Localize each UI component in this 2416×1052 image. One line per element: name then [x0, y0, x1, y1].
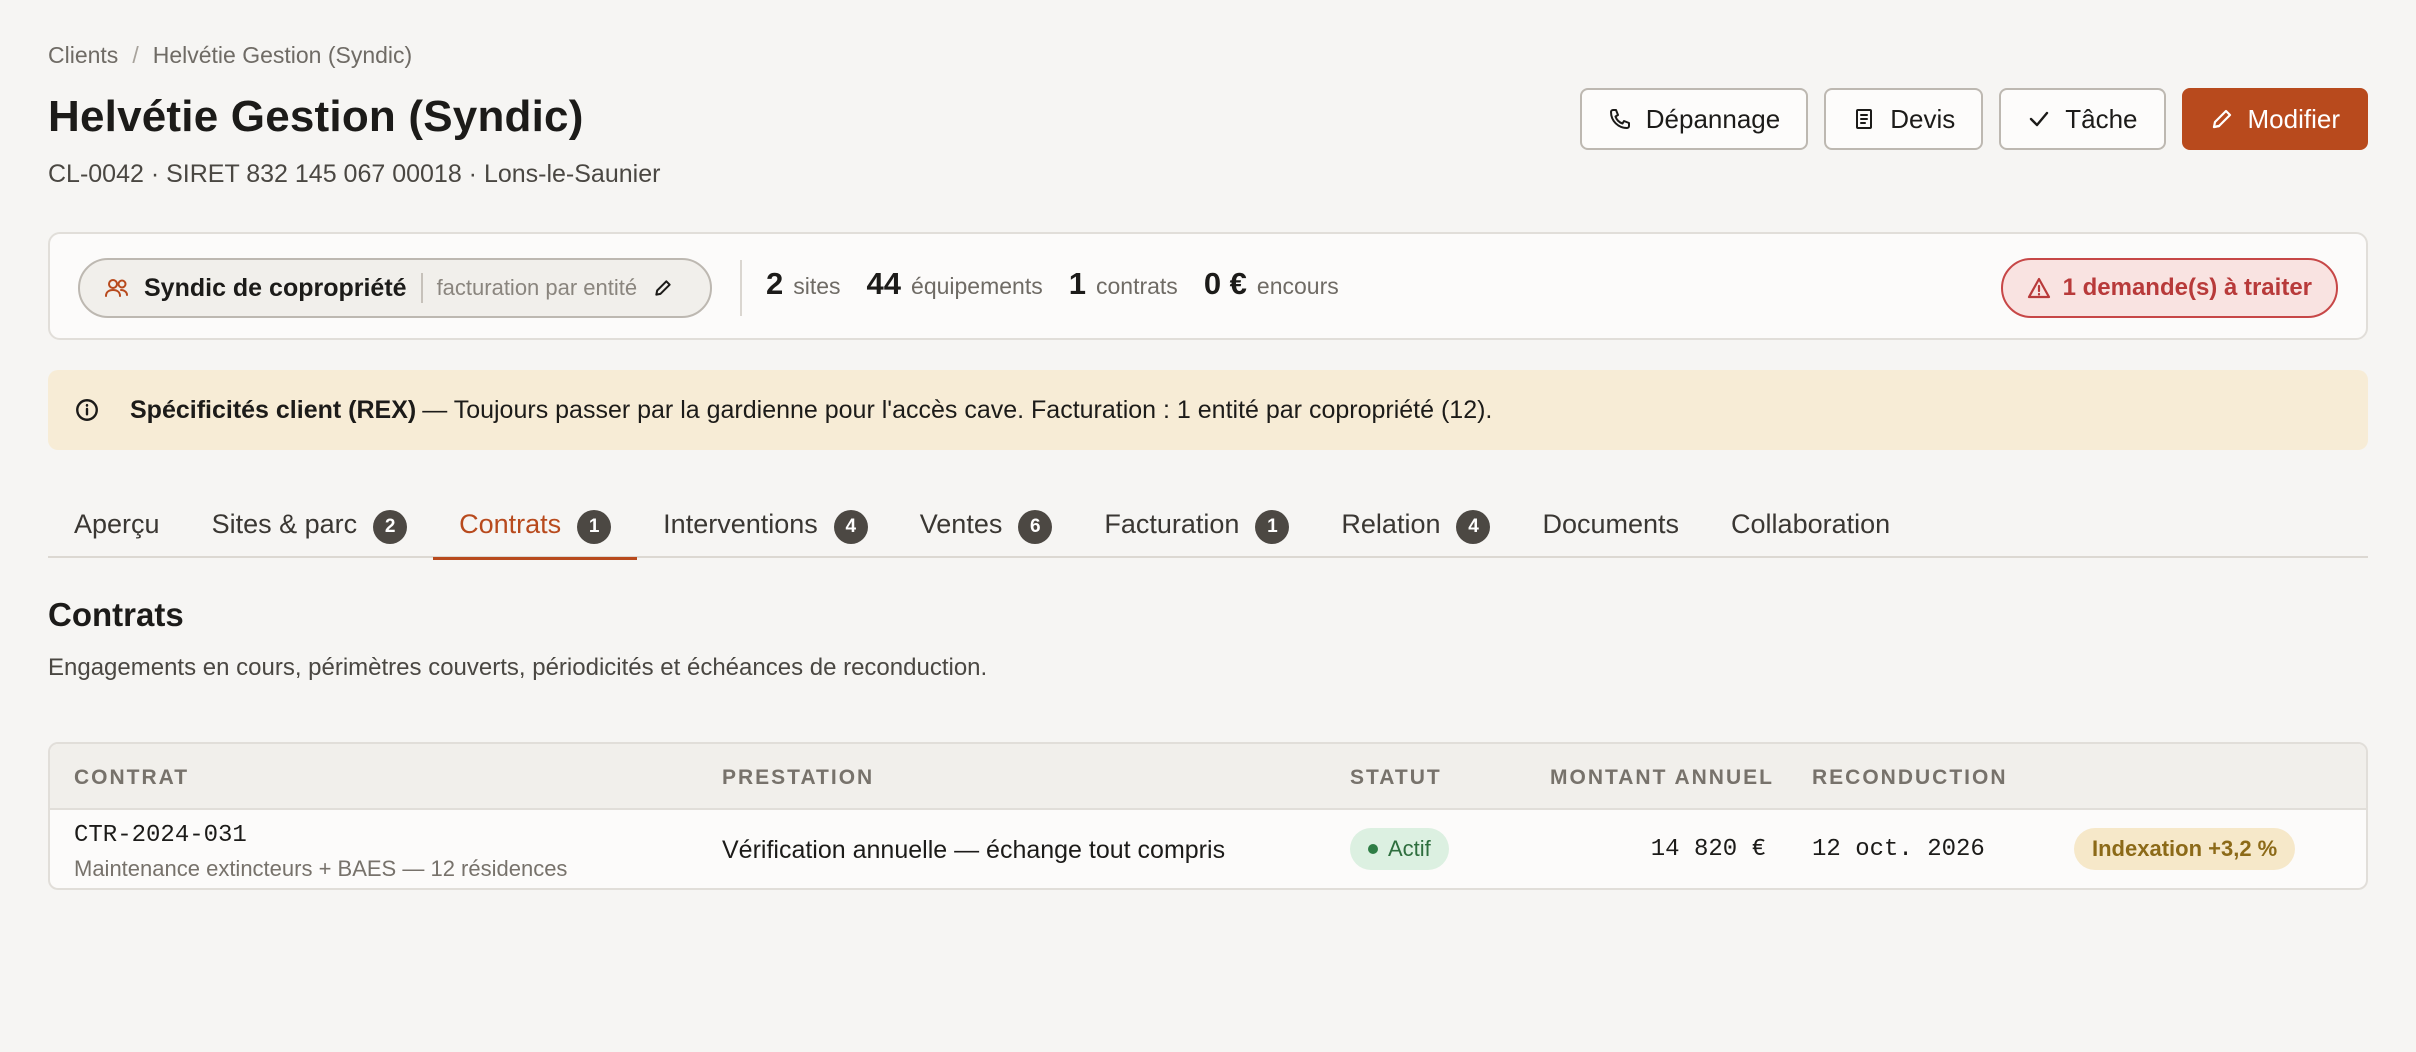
modifier-label: Modifier: [2247, 103, 2340, 134]
contracts-table: CONTRAT PRESTATION STATUT MONTANT ANNUEL…: [48, 742, 2368, 890]
tache-button[interactable]: Tâche: [1999, 88, 2166, 150]
billing-mode: facturation par entité: [436, 275, 638, 300]
document-icon: [1856, 109, 1873, 129]
tab-label: Relation: [1341, 508, 1441, 539]
info-icon: [76, 399, 98, 421]
warning-icon: [2027, 277, 2050, 299]
table-header: CONTRAT PRESTATION STATUT MONTANT ANNUEL…: [50, 744, 2366, 810]
tab-label: Sites & parc: [211, 508, 358, 539]
stat-label: encours: [1256, 273, 1339, 299]
section-description: Engagements en cours, périmètres couvert…: [48, 654, 988, 681]
stat-label: équipements: [911, 273, 1043, 299]
tab-label: Documents: [1542, 508, 1680, 539]
tab-contrats[interactable]: Contrats 1: [433, 490, 638, 560]
client-summary-card: Syndic de copropriété facturation par en…: [48, 232, 2368, 340]
stat-label: contrats: [1095, 273, 1178, 299]
tab-apercu[interactable]: Aperçu: [48, 490, 186, 558]
tab-count-badge: 4: [833, 510, 868, 544]
table-row[interactable]: CTR-2024-031 Maintenance extincteurs + B…: [50, 810, 2366, 888]
tab-collaboration[interactable]: Collaboration: [1705, 490, 1916, 558]
tab-label: Contrats: [459, 508, 562, 539]
indexation-badge: Indexation +3,2 %: [2074, 828, 2296, 870]
rex-title: Spécificités client (REX): [130, 395, 417, 424]
rex-banner: Spécificités client (REX) — Toujours pas…: [48, 370, 2368, 450]
status-badge: Actif: [1350, 828, 1449, 870]
client-stats: 2 sites 44 équipements 1 contrats 0 € en…: [766, 266, 1339, 302]
client-type: Syndic de copropriété: [144, 273, 407, 302]
tab-count-badge: 4: [1456, 510, 1491, 544]
stat-equipements: 44 équipements: [867, 266, 1043, 302]
tab-label: Interventions: [663, 508, 818, 539]
stat-value: 1: [1068, 266, 1086, 301]
annual-amount: 14 820 €: [1650, 836, 1766, 863]
column-header-statut[interactable]: STATUT: [1350, 766, 1442, 790]
tab-count-badge: 2: [373, 510, 408, 544]
contract-prestation: Vérification annuelle — échange tout com…: [722, 836, 1226, 864]
page-title: Helvétie Gestion (Syndic): [48, 92, 584, 141]
pill-divider: [420, 273, 423, 303]
tab-documents[interactable]: Documents: [1516, 490, 1705, 558]
contract-id[interactable]: CTR-2024-031: [74, 822, 247, 849]
tab-label: Collaboration: [1731, 508, 1891, 539]
alert-label: 1 demande(s) à traiter: [2062, 274, 2312, 301]
phone-icon: [1609, 109, 1630, 129]
pencil-icon: [2212, 109, 2231, 129]
tab-count-badge: 1: [1255, 510, 1290, 544]
users-icon: [105, 279, 128, 297]
stat-value: 44: [866, 266, 902, 301]
status-dot-icon: [1368, 844, 1378, 854]
tab-label: Facturation: [1104, 508, 1240, 539]
renewal-date: 12 oct. 2026: [1812, 836, 1985, 863]
section-title: Contrats: [48, 596, 184, 633]
tab-ventes[interactable]: Ventes 6: [894, 490, 1079, 558]
stat-contrats: 1 contrats: [1069, 266, 1178, 302]
tab-sites-parc[interactable]: Sites & parc 2: [186, 490, 434, 558]
tab-label: Aperçu: [74, 508, 160, 539]
tab-relation[interactable]: Relation 4: [1315, 490, 1516, 558]
pencil-icon[interactable]: [653, 278, 673, 298]
devis-button[interactable]: Devis: [1824, 88, 1984, 150]
stat-sites: 2 sites: [766, 266, 841, 302]
stat-value: 0 €: [1203, 266, 1247, 301]
tab-count-badge: 6: [1018, 510, 1053, 544]
modifier-button[interactable]: Modifier: [2181, 88, 2368, 150]
column-header-reconduction[interactable]: RECONDUCTION: [1812, 766, 2008, 790]
stat-value: 2: [766, 266, 784, 301]
column-header-contrat[interactable]: CONTRAT: [74, 766, 189, 790]
tab-interventions[interactable]: Interventions 4: [637, 490, 894, 558]
stat-label: sites: [793, 273, 841, 299]
check-icon: [2030, 111, 2049, 127]
rex-text: — Toujours passer par la gardienne pour …: [422, 395, 1493, 424]
client-type-pill[interactable]: Syndic de copropriété facturation par en…: [78, 258, 712, 318]
devis-label: Devis: [1890, 103, 1956, 134]
header-actions: Dépannage Devis Tâche Modifier: [1579, 88, 2368, 150]
pending-requests-alert[interactable]: 1 demande(s) à traiter: [2000, 258, 2338, 318]
breadcrumb-current: Helvétie Gestion (Syndic): [152, 42, 413, 68]
tache-label: Tâche: [2065, 103, 2138, 134]
breadcrumb: Clients / Helvétie Gestion (Syndic): [48, 42, 412, 69]
breadcrumb-separator: /: [132, 42, 139, 68]
tab-count-badge: 1: [577, 510, 612, 544]
contract-description: Maintenance extincteurs + BAES — 12 rési…: [74, 856, 568, 881]
depannage-label: Dépannage: [1645, 103, 1781, 134]
breadcrumb-link-clients[interactable]: Clients: [48, 42, 118, 69]
depannage-button[interactable]: Dépannage: [1579, 88, 1809, 150]
tab-facturation[interactable]: Facturation 1: [1078, 490, 1315, 558]
summary-divider: [740, 260, 742, 316]
column-header-montant[interactable]: MONTANT ANNUEL: [1550, 766, 1774, 790]
column-header-prestation[interactable]: PRESTATION: [722, 766, 874, 790]
stat-encours: 0 € encours: [1204, 266, 1339, 302]
status-label: Actif: [1388, 836, 1431, 861]
client-tabs: Aperçu Sites & parc 2 Contrats 1 Interve…: [48, 490, 2368, 560]
tab-label: Ventes: [919, 508, 1003, 539]
page-subtitle: CL-0042 · SIRET 832 145 067 00018 · Lons…: [48, 160, 661, 188]
